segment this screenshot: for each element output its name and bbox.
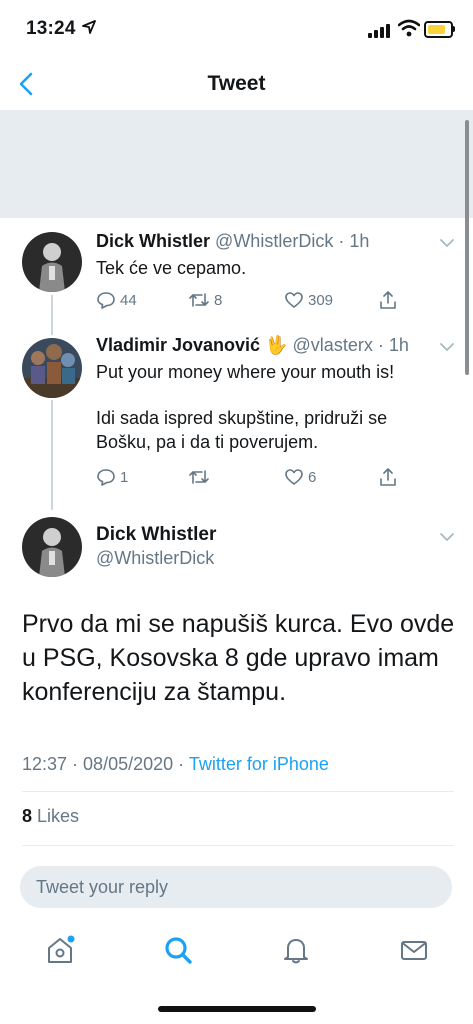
likes-summary[interactable]: 8 Likes (22, 806, 79, 827)
chevron-down-icon[interactable] (439, 238, 455, 248)
reply-input[interactable]: Tweet your reply (20, 866, 452, 908)
share-icon (380, 291, 396, 309)
home-icon[interactable] (44, 934, 76, 966)
status-bar: 13:24 (0, 0, 473, 60)
share-button[interactable] (378, 465, 398, 489)
notifications-icon[interactable] (280, 934, 312, 966)
tweet-time: 1h (388, 335, 409, 355)
author-handle[interactable]: @vlasterx (293, 335, 373, 355)
scrollbar[interactable] (465, 120, 469, 375)
main-tweet-source[interactable]: Twitter for iPhone (189, 754, 329, 774)
reply-button[interactable]: 44 (96, 288, 137, 312)
like-button[interactable]: 309 (284, 288, 333, 312)
search-icon[interactable] (162, 934, 194, 966)
thread-line (51, 295, 53, 335)
battery-icon (424, 21, 453, 38)
back-chevron-icon[interactable] (14, 70, 42, 98)
avatar[interactable] (22, 232, 82, 292)
tweet-actions: 1 6 (96, 465, 416, 489)
retweet-button[interactable] (188, 465, 214, 489)
retweet-icon (189, 293, 209, 307)
status-time: 13:24 (26, 18, 76, 39)
nav-bar: Tweet (0, 60, 473, 110)
location-arrow-icon (82, 20, 96, 34)
reply-icon (97, 292, 115, 309)
likes-count: 8 (22, 806, 33, 826)
tweet-actions: 44 8 309 (96, 288, 416, 312)
tweet-header: Vladimir Jovanović 🖖 @vlasterx · 1h (96, 335, 409, 355)
chevron-down-icon[interactable] (439, 342, 455, 352)
tweet-header: Dick Whistler @WhistlerDick · 1h (96, 231, 370, 251)
thread-line (51, 400, 53, 510)
retweet-icon (189, 470, 209, 484)
reply-placeholder: Tweet your reply (36, 877, 169, 897)
like-icon (285, 292, 303, 308)
main-tweet-text: Prvo da mi se napušiš kurca. Evo ovde u … (22, 610, 455, 706)
share-button[interactable] (378, 288, 398, 312)
like-icon (285, 469, 303, 485)
page-title: Tweet (207, 72, 266, 95)
header-banner (0, 110, 473, 218)
like-count: 6 (308, 468, 317, 486)
reply-button[interactable]: 1 (96, 465, 128, 489)
chevron-down-icon[interactable] (439, 532, 455, 542)
messages-icon[interactable] (398, 934, 430, 966)
signal-icon (368, 22, 392, 38)
retweet-count: 8 (214, 291, 223, 309)
author-handle[interactable]: @WhistlerDick (215, 231, 333, 251)
share-icon (380, 468, 396, 486)
tweet-text-line-2: Idi sada ispred skupštine, pridruži se (96, 408, 388, 428)
main-tweet-date: 08/05/2020 (83, 754, 174, 774)
reply-count: 44 (120, 291, 137, 309)
tweet-time: 1h (349, 231, 370, 251)
like-button[interactable]: 6 (284, 465, 316, 489)
author-name[interactable]: Vladimir Jovanović (96, 335, 260, 355)
main-author-name[interactable]: Dick Whistler (96, 524, 216, 546)
tweet-text: Tek će ve cepamo. (96, 258, 247, 278)
divider (22, 791, 454, 792)
main-author-handle[interactable]: @WhistlerDick (96, 548, 214, 569)
likes-label: Likes (37, 806, 80, 826)
retweet-button[interactable]: 8 (188, 288, 222, 312)
tweet-text-line-1: Put your money where your mouth is! (96, 362, 395, 382)
like-count: 309 (308, 291, 334, 309)
main-tweet-time: 12:37 (22, 754, 68, 774)
avatar[interactable] (22, 338, 82, 398)
home-indicator (158, 1006, 316, 1012)
reply-icon (97, 469, 115, 486)
divider (22, 845, 454, 846)
tweet-text-line-3: Bošku, pa i da ti poverujem. (96, 432, 319, 452)
avatar[interactable] (22, 517, 82, 577)
battery-tip (452, 26, 455, 32)
wifi-icon (398, 19, 420, 37)
main-tweet-meta: 12:37 · 08/05/2020 · Twitter for iPhone (22, 754, 329, 774)
reply-count: 1 (120, 468, 129, 486)
author-name[interactable]: Dick Whistler (96, 231, 210, 251)
author-emoji: 🖖 (265, 335, 288, 355)
